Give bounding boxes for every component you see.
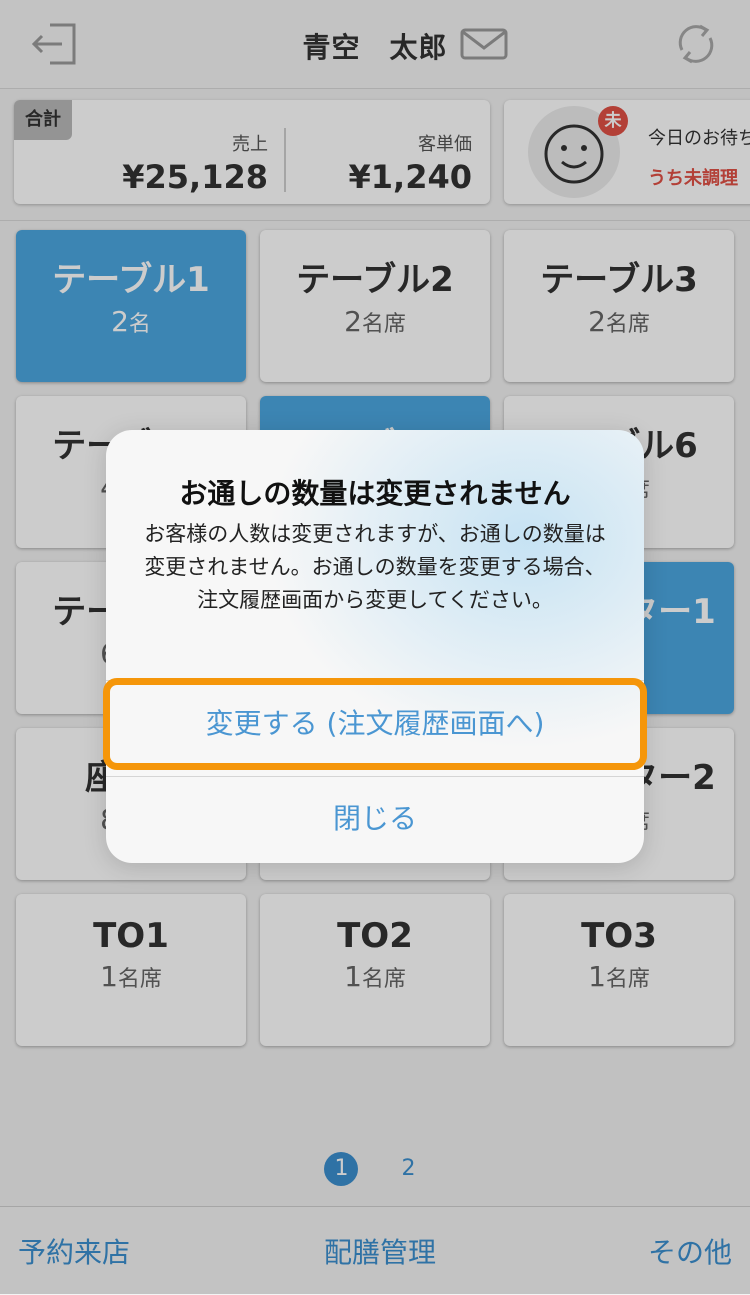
dialog-title: お通しの数量は変更されません <box>179 477 571 510</box>
highlight-frame <box>103 678 647 770</box>
close-button[interactable]: 閉じる <box>106 776 644 862</box>
alert-dialog: お通しの数量は変更されません お客様の人数は変更されますが、お通しの数量は変更さ… <box>106 430 644 863</box>
dialog-message: お客様の人数は変更されますが、お通しの数量は変更されません。お通しの数量を変更す… <box>144 522 606 612</box>
